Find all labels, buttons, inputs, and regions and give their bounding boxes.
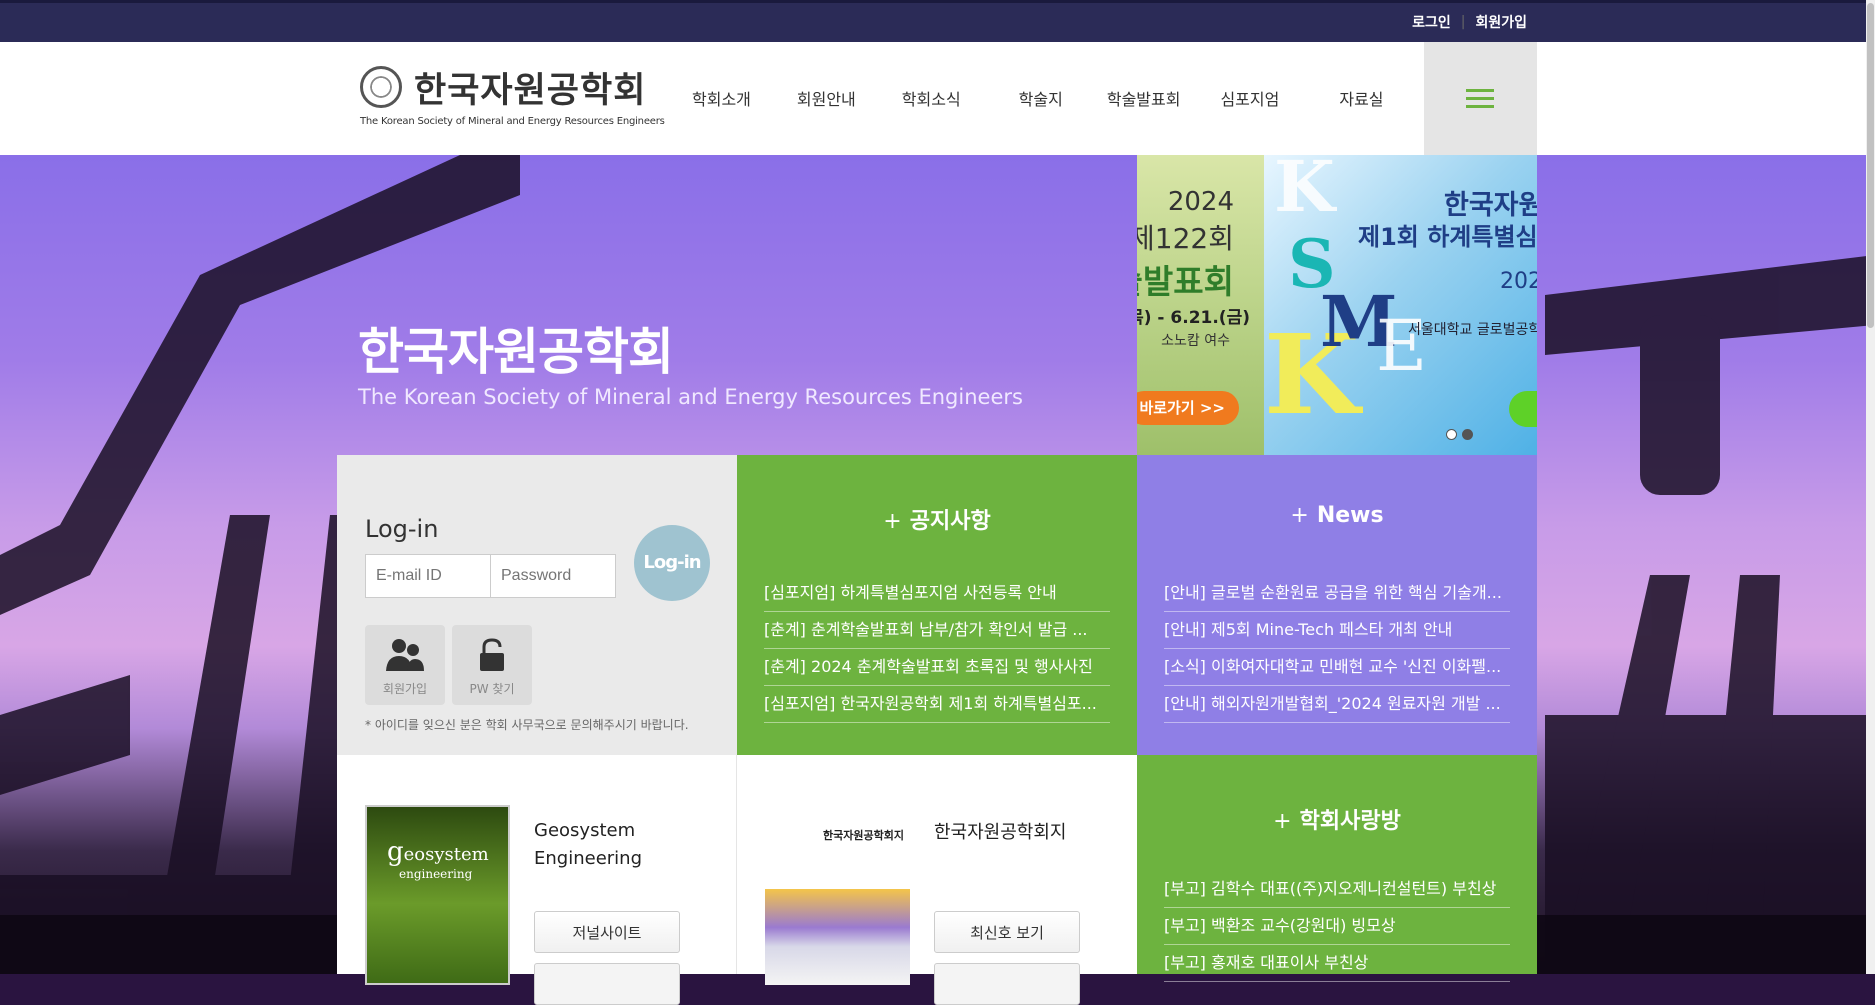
nav-news[interactable]: 학회소식 [902, 86, 961, 110]
community-item[interactable]: [부고] 백환조 교수(강원대) 빙모상 [1164, 908, 1510, 945]
scrollbar-thumb[interactable] [1867, 3, 1874, 328]
utility-links: 로그인 | 회원가입 [1412, 12, 1527, 32]
cover-title: geosystem [387, 837, 489, 867]
banner-slide-symposium[interactable]: K S K M E 한국자원 제1회 하계특별심 202 서울대학교 글로벌공학 [1264, 155, 1537, 455]
geosystem-title-line1: Geosystem [534, 820, 636, 841]
find-password-label: PW 찾기 [469, 682, 515, 696]
cover-title-initial: g [387, 837, 404, 867]
community-title[interactable]: + 학회사랑방 [1137, 803, 1537, 835]
cover-title-rest: eosystem [403, 844, 489, 865]
nav-resources[interactable]: 자료실 [1339, 86, 1383, 110]
news-list: [안내] 글로벌 순환원료 공급을 위한 핵심 기술개... [안내] 제5회 … [1164, 575, 1510, 723]
community-title-text: 학회사랑방 [1299, 809, 1401, 834]
ksmer-journal-title: 한국자원공학회지 [934, 822, 1067, 843]
plus-icon: + [1290, 503, 1309, 528]
login-panel: Log-in Log-in 회원가입 PW 찾기 * 아이디를 잊으신 분은 학… [337, 455, 737, 755]
banner-date: 0.(목) - 6.21.(금) [1137, 308, 1250, 328]
community-item[interactable]: [부고] 홍재호 대표이사 부친상 [1164, 945, 1510, 982]
news-item[interactable]: [안내] 글로벌 순환원료 공급을 위한 핵심 기술개... [1164, 575, 1510, 612]
notice-title-text: 공지사항 [909, 509, 991, 534]
logo-korean-name: 한국자원공학회 [414, 71, 647, 111]
login-link[interactable]: 로그인 [1412, 12, 1451, 32]
event-banner-slider[interactable]: 2024 제122회 술발표회 0.(목) - 6.21.(금) 소노캄 여수 … [1137, 155, 1537, 455]
notice-item[interactable]: [심포지엄] 한국자원공학회 제1회 하계특별심포... [764, 686, 1110, 723]
site-logo[interactable]: 한국자원공학회 The Korean Society of Mineral an… [360, 66, 665, 136]
slider-pagination [1446, 429, 1473, 440]
banner-symposium-title: 제1회 하계특별심 [1358, 223, 1537, 251]
site-header: 한국자원공학회 The Korean Society of Mineral an… [0, 42, 1875, 155]
banner-green-button[interactable] [1509, 391, 1537, 427]
notice-board: + 공지사항 [심포지엄] 하계특별심포지엄 사전등록 안내 [춘계] 춘계학술발… [737, 455, 1137, 755]
secondary-button[interactable] [934, 963, 1080, 1005]
geosystem-title: Geosystem Engineering [534, 817, 642, 873]
ksmer-journal-cover[interactable]: 한국자원공학회지 [765, 805, 910, 985]
password-input[interactable] [490, 554, 616, 598]
slider-dot-2[interactable] [1462, 429, 1473, 440]
join-button[interactable]: 회원가입 [365, 625, 445, 705]
banner-letter-e: E [1376, 305, 1428, 387]
users-icon [386, 639, 424, 671]
latest-issue-button[interactable]: 최신호 보기 [934, 911, 1080, 953]
join-link[interactable]: 회원가입 [1475, 12, 1527, 32]
notice-item[interactable]: [춘계] 2024 춘계학술발표회 초록집 및 행사사진 [764, 649, 1110, 686]
notice-item[interactable]: [춘계] 춘계학술발표회 납부/참가 확인서 발급 ... [764, 612, 1110, 649]
secondary-button[interactable] [534, 963, 680, 1005]
banner-symposium-year: 202 [1500, 269, 1537, 294]
banner-letter-k: K [1274, 155, 1335, 228]
find-password-button[interactable]: PW 찾기 [452, 625, 532, 705]
slider-dot-1[interactable] [1446, 429, 1457, 440]
geosystem-title-line2: Engineering [534, 848, 642, 869]
society-emblem-icon [360, 66, 402, 108]
nav-membership[interactable]: 회원안내 [797, 86, 856, 110]
lock-icon [480, 638, 504, 671]
banner-symposium-venue: 서울대학교 글로벌공학 [1408, 322, 1537, 338]
news-title-text: News [1316, 503, 1384, 528]
hero-subtitle: The Korean Society of Mineral and Energy… [358, 385, 1023, 409]
logo-english-name: The Korean Society of Mineral and Energy… [360, 116, 665, 127]
community-board: + 학회사랑방 [부고] 김학수 대표((주)지오제니컨설턴트) 부친상 [부고]… [1137, 755, 1537, 982]
journal-cover-title: 한국자원공학회지 [823, 829, 904, 842]
nav-journal[interactable]: 학술지 [1019, 86, 1063, 110]
menu-button[interactable] [1424, 42, 1537, 155]
news-item[interactable]: [안내] 해외자원개발협회_'2024 원료자원 개발 ... [1164, 686, 1510, 723]
news-item[interactable]: [안내] 제5회 Mine-Tech 페스타 개최 안내 [1164, 612, 1510, 649]
news-board: + News [안내] 글로벌 순환원료 공급을 위한 핵심 기술개... [안내… [1137, 455, 1537, 755]
news-item[interactable]: [소식] 이화여자대학교 민배현 교수 '신진 이화펠... [1164, 649, 1510, 686]
notice-item[interactable]: [심포지엄] 하계특별심포지엄 사전등록 안내 [764, 575, 1110, 612]
login-submit-button[interactable]: Log-in [634, 525, 710, 601]
banner-session: 제122회 [1137, 222, 1234, 255]
notice-list: [심포지엄] 하계특별심포지엄 사전등록 안내 [춘계] 춘계학술발표회 납부/… [764, 575, 1110, 723]
plus-icon: + [1273, 809, 1292, 834]
news-title[interactable]: + News [1137, 503, 1537, 528]
banner-venue: 소노캄 여수 [1161, 333, 1230, 349]
login-help-note: * 아이디를 잊으신 분은 학회 사무국으로 문의해주시기 바랍니다. [365, 718, 689, 732]
ksmer-journal-panel: 한국자원공학회지 한국자원공학회지 최신호 보기 [737, 755, 1137, 1005]
page-scrollbar[interactable] [1866, 0, 1875, 974]
journal-site-button[interactable]: 저널사이트 [534, 911, 680, 953]
nav-symposium[interactable]: 심포지엄 [1220, 86, 1279, 110]
notice-title[interactable]: + 공지사항 [737, 503, 1137, 535]
banner-event: 술발표회 [1137, 262, 1234, 301]
banner-year: 2024 [1167, 187, 1234, 217]
login-title: Log-in [365, 515, 439, 543]
community-list: [부고] 김학수 대표((주)지오제니컨설턴트) 부친상 [부고] 백환조 교수… [1164, 871, 1510, 982]
nav-conference[interactable]: 학술발표회 [1107, 86, 1181, 110]
banner-slide-conference[interactable]: 2024 제122회 술발표회 0.(목) - 6.21.(금) 소노캄 여수 … [1137, 155, 1264, 455]
community-item[interactable]: [부고] 김학수 대표((주)지오제니컨설턴트) 부친상 [1164, 871, 1510, 908]
utility-separator: | [1460, 14, 1466, 30]
main-navigation: 학회소개 회원안내 학회소식 학술지 학술발표회 심포지엄 자료실 [692, 86, 1384, 110]
journal-cover-image [765, 889, 910, 985]
email-id-input[interactable] [365, 554, 491, 598]
hamburger-icon [1466, 89, 1494, 109]
join-button-label: 회원가입 [382, 682, 428, 696]
geosystem-engineering-panel: geosystem engineering Geosystem Engineer… [337, 755, 737, 1005]
hero-title: 한국자원공학회 [358, 323, 674, 381]
nav-about[interactable]: 학회소개 [692, 86, 751, 110]
plus-icon: + [883, 509, 902, 534]
banner-goto-button[interactable]: 바로가기 >> [1137, 391, 1239, 425]
cover-subtitle: engineering [399, 867, 473, 881]
geosystem-journal-cover[interactable]: geosystem engineering [365, 805, 510, 985]
top-utility-bar: 로그인 | 회원가입 [0, 0, 1875, 42]
